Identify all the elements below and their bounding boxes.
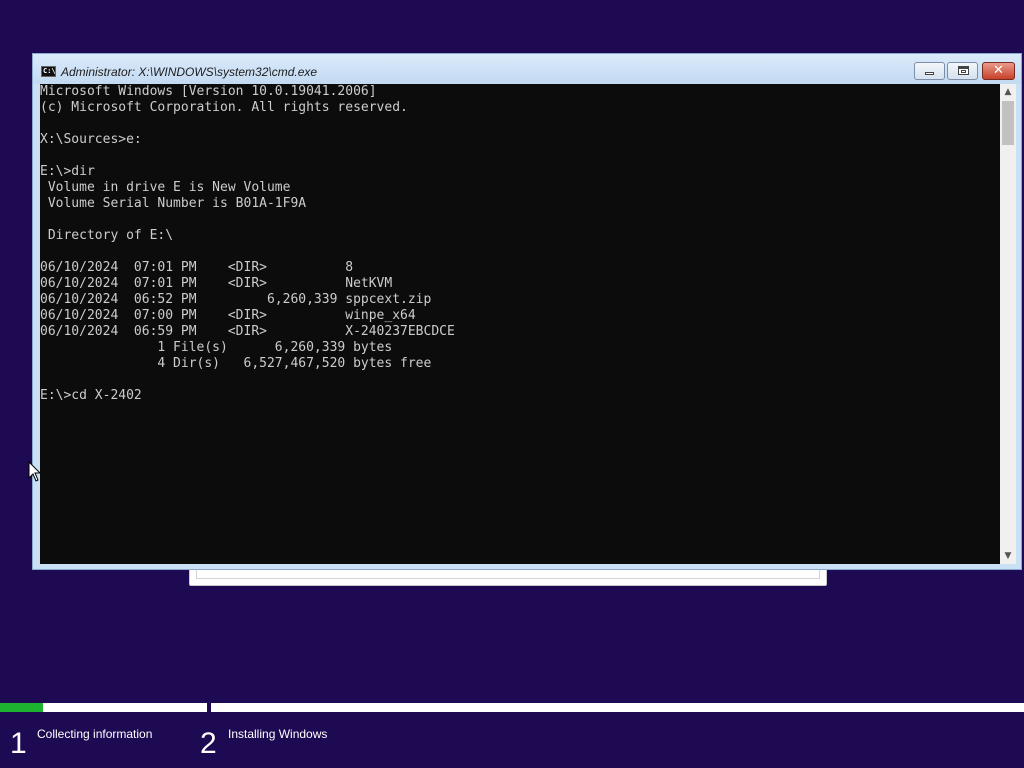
console-icon[interactable]: C:\ <box>41 66 56 77</box>
step-2-number: 2 <box>200 727 217 760</box>
minimize-icon <box>925 72 934 75</box>
restore-icon <box>958 66 969 75</box>
title-bar[interactable]: C:\ Administrator: X:\WINDOWS\system32\c… <box>33 54 1021 84</box>
minimize-button[interactable] <box>914 62 945 80</box>
progress-fill-step-1 <box>0 703 44 712</box>
step-1-number: 1 <box>10 727 27 760</box>
maximize-button[interactable] <box>947 62 978 80</box>
scroll-thumb[interactable] <box>1002 101 1014 145</box>
setup-dialog-inner-frame <box>196 569 820 579</box>
step-1-label: Collecting information <box>37 727 153 741</box>
progress-bar-step-2 <box>211 703 1024 712</box>
close-icon: ✕ <box>993 63 1004 78</box>
progress-bar-step-1 <box>0 703 207 712</box>
console-text: Microsoft Windows [Version 10.0.19041.20… <box>40 84 455 403</box>
console-output[interactable]: Microsoft Windows [Version 10.0.19041.20… <box>40 84 1000 564</box>
cmd-window[interactable]: C:\ Administrator: X:\WINDOWS\system32\c… <box>32 53 1022 570</box>
scroll-down-arrow-icon[interactable]: ▼ <box>1000 548 1016 564</box>
mouse-cursor-icon <box>28 461 42 482</box>
step-2-label: Installing Windows <box>228 727 328 741</box>
window-title: Administrator: X:\WINDOWS\system32\cmd.e… <box>61 65 318 79</box>
scroll-up-arrow-icon[interactable]: ▲ <box>1000 84 1016 100</box>
vertical-scrollbar[interactable]: ▲ ▼ <box>1000 84 1016 564</box>
close-button[interactable]: ✕ <box>982 62 1015 80</box>
